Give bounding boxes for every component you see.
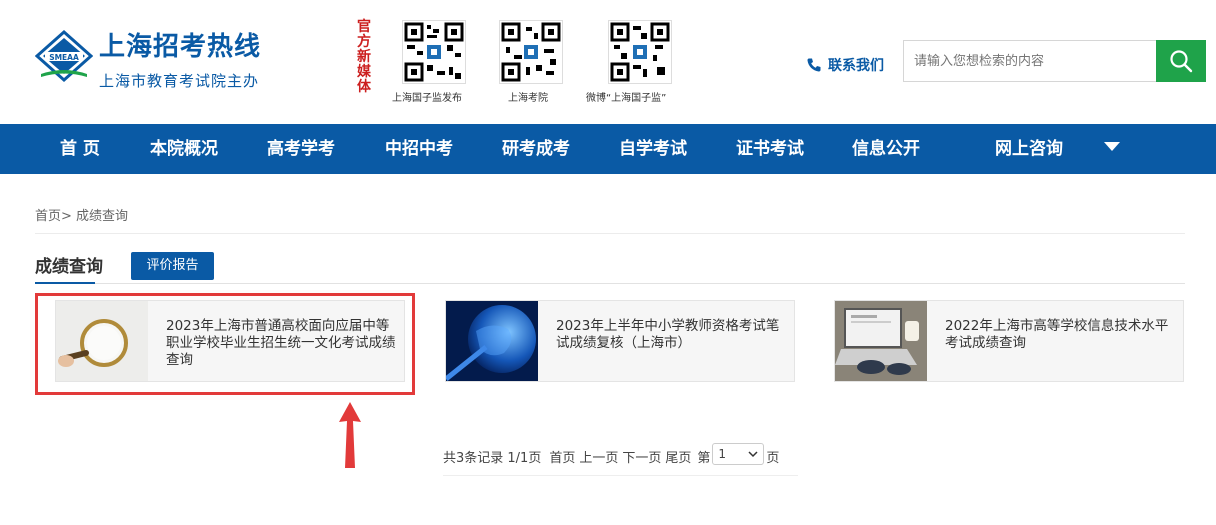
laptop-thumbnail (835, 301, 927, 381)
globe-thumbnail (446, 301, 538, 381)
divider (35, 283, 1185, 284)
annotation-arrow-icon (339, 402, 361, 468)
logo-subtitle: 上海市教育考试院主办 (99, 72, 260, 90)
phone-icon (807, 58, 821, 72)
qrcode-caption: 上海国子监发布 (392, 93, 462, 104)
nav-item-info[interactable]: 信息公开 (852, 124, 920, 174)
search-button[interactable] (1156, 40, 1206, 82)
qrcode-icon (501, 22, 561, 82)
nav-dropdown-caret-icon[interactable] (1104, 142, 1120, 151)
site-header: SMEAA 上海招考热线 上海市教育考试院主办 官方新媒体 上海国子监发布 上海… (0, 0, 1216, 124)
page-select-value: 1 (718, 447, 727, 461)
page-select[interactable]: 1 (712, 443, 765, 465)
breadcrumb[interactable]: 首页> 成绩查询 (35, 205, 128, 224)
main-nav: 首 页 本院概况 高考学考 中招中考 研考成考 自学考试 证书考试 信息公开 网… (0, 124, 1216, 174)
list-item[interactable]: 2022年上海市高等学校信息技术水平考试成绩查询 (834, 300, 1184, 382)
nav-item-certificate[interactable]: 证书考试 (736, 124, 804, 174)
qrcode-icon (404, 22, 464, 82)
list-item[interactable]: 2023年上半年中小学教师资格考试笔试成绩复核（上海市） (445, 300, 795, 382)
card-title[interactable]: 2023年上半年中小学教师资格考试笔试成绩复核（上海市） (556, 318, 791, 352)
pagination-page-suffix: 页 (766, 450, 780, 466)
pagination-prev-link[interactable]: 上一页 (579, 447, 618, 466)
tab-evaluation-report[interactable]: 评价报告 (131, 252, 214, 280)
search-icon (1170, 50, 1193, 73)
laptop-icon (835, 301, 927, 381)
pagination-first-link[interactable]: 首页 (549, 447, 575, 466)
nav-item-consult[interactable]: 网上咨询 (995, 124, 1063, 174)
globe-icon (446, 301, 538, 381)
nav-item-home[interactable]: 首 页 (60, 124, 100, 174)
contact-us-label: 联系我们 (828, 58, 884, 74)
logo-badge-text: SMEAA (49, 53, 79, 62)
nav-item-zhongkao[interactable]: 中招中考 (385, 124, 453, 174)
qrcode-icon (610, 22, 670, 82)
nav-item-gaokao[interactable]: 高考学考 (267, 124, 335, 174)
qrcode-guozijian (402, 20, 466, 84)
official-media-label: 官方新媒体 (357, 19, 371, 95)
annotation-highlight-box (35, 293, 415, 395)
pagination: 共3条记录 1/1页 首页 上一页 下一页 尾页 第 1 页 (443, 443, 780, 467)
nav-item-zixue[interactable]: 自学考试 (619, 124, 687, 174)
logo-title: 上海招考热线 (99, 32, 262, 62)
search-input[interactable] (903, 40, 1156, 82)
qrcode-weibo (608, 20, 672, 84)
nav-item-about[interactable]: 本院概况 (150, 124, 218, 174)
logo-diamond-icon: SMEAA (35, 30, 93, 82)
nav-item-yankao[interactable]: 研考成考 (502, 124, 570, 174)
divider (35, 233, 1185, 234)
qrcode-kaoyuan (499, 20, 563, 84)
chevron-down-icon (748, 451, 758, 458)
pagination-next-link[interactable]: 下一页 (622, 447, 661, 466)
qrcode-caption: 上海考院 (508, 93, 548, 104)
pagination-summary: 共3条记录 1/1页 (443, 450, 542, 466)
qrcode-caption: 微博“上海国子监” (586, 93, 667, 104)
contact-us-link[interactable]: 联系我们 (806, 55, 884, 75)
pagination-page-prefix: 第 (697, 450, 711, 466)
pagination-last-link[interactable]: 尾页 (665, 447, 691, 466)
site-logo[interactable]: SMEAA 上海招考热线 上海市教育考试院主办 (35, 22, 275, 102)
tab-score-query[interactable]: 成绩查询 (35, 252, 103, 277)
divider (443, 475, 798, 476)
card-title[interactable]: 2022年上海市高等学校信息技术水平考试成绩查询 (945, 318, 1180, 352)
tab-active-indicator (35, 282, 95, 284)
